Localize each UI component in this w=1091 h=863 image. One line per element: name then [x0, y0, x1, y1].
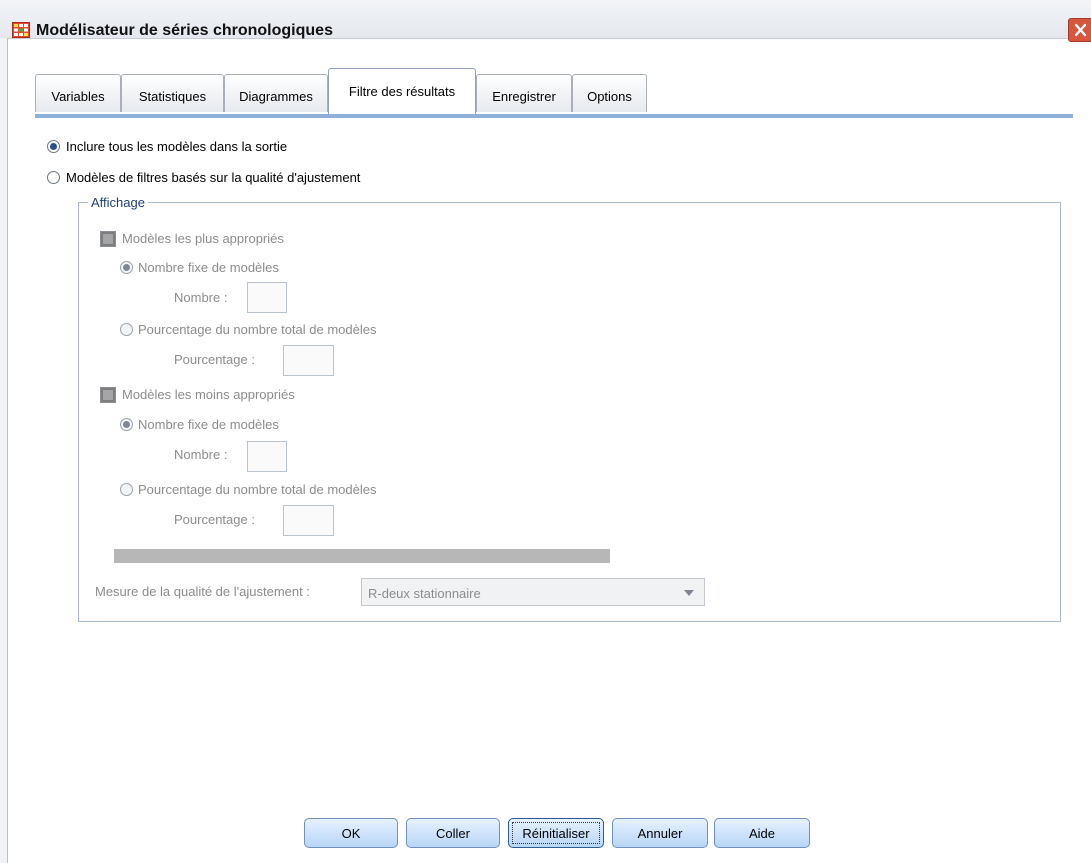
- window-frame: [0, 38, 8, 863]
- best-percentage-input[interactable]: [283, 345, 334, 376]
- tab-underline: [35, 114, 1073, 118]
- tab-options[interactable]: Options: [572, 74, 647, 112]
- fit-measure-value: R-deux stationnaire: [368, 586, 481, 601]
- best-number-input[interactable]: [247, 282, 287, 313]
- display-legend: Affichage: [88, 195, 148, 210]
- worst-percent-label: Pourcentage du nombre total de modèles: [138, 482, 377, 497]
- tab-enregistrer[interactable]: Enregistrer: [476, 74, 572, 112]
- worst-percentage-label: Pourcentage :: [174, 512, 255, 527]
- best-number-label: Nombre :: [174, 290, 228, 305]
- tab-variables[interactable]: Variables: [35, 74, 121, 112]
- fit-measure-select[interactable]: R-deux stationnaire: [361, 578, 705, 606]
- dialog-window: Modélisateur de séries chronologiques Va…: [0, 0, 1091, 863]
- fit-filter-radio[interactable]: [47, 171, 60, 184]
- paste-button[interactable]: Coller: [406, 818, 500, 848]
- close-button[interactable]: [1068, 18, 1091, 42]
- worst-number-label: Nombre :: [174, 447, 228, 462]
- worst-number-input[interactable]: [247, 441, 287, 472]
- ok-button[interactable]: OK: [304, 818, 398, 848]
- best-percentage-label: Pourcentage :: [174, 352, 255, 367]
- tab-filtre-des-resultats[interactable]: Filtre des résultats: [328, 68, 476, 114]
- worst-fixed-radio[interactable]: [120, 418, 133, 431]
- disabled-slider[interactable]: [114, 549, 610, 563]
- chevron-down-icon: [684, 590, 694, 596]
- tab-statistiques[interactable]: Statistiques: [121, 74, 224, 112]
- best-percent-radio[interactable]: [120, 323, 133, 336]
- best-models-label: Modèles les plus appropriés: [122, 231, 284, 246]
- best-fixed-radio[interactable]: [120, 261, 133, 274]
- best-percent-label: Pourcentage du nombre total de modèles: [138, 322, 377, 337]
- fit-filter-label: Modèles de filtres basés sur la qualité …: [66, 170, 361, 185]
- include-all-label: Inclure tous les modèles dans la sortie: [66, 139, 288, 154]
- best-fixed-label: Nombre fixe de modèles: [138, 260, 279, 275]
- close-icon: [1074, 23, 1087, 37]
- best-models-checkbox[interactable]: [100, 231, 116, 247]
- window-title: Modélisateur de séries chronologiques: [36, 22, 333, 39]
- worst-models-checkbox[interactable]: [100, 387, 116, 403]
- fit-measure-label: Mesure de la qualité de l'ajustement :: [95, 584, 310, 599]
- worst-percent-radio[interactable]: [120, 483, 133, 496]
- worst-models-label: Modèles les moins appropriés: [122, 387, 295, 402]
- title-bar[interactable]: Modélisateur de séries chronologiques: [0, 0, 1091, 42]
- worst-percentage-input[interactable]: [283, 505, 334, 536]
- cancel-button[interactable]: Annuler: [612, 818, 708, 848]
- help-button[interactable]: Aide: [714, 818, 810, 848]
- include-all-radio[interactable]: [47, 140, 60, 153]
- tab-diagrammes[interactable]: Diagrammes: [224, 74, 328, 112]
- worst-fixed-label: Nombre fixe de modèles: [138, 417, 279, 432]
- reset-button[interactable]: Réinitialiser: [508, 818, 604, 848]
- app-table-icon: [12, 22, 30, 38]
